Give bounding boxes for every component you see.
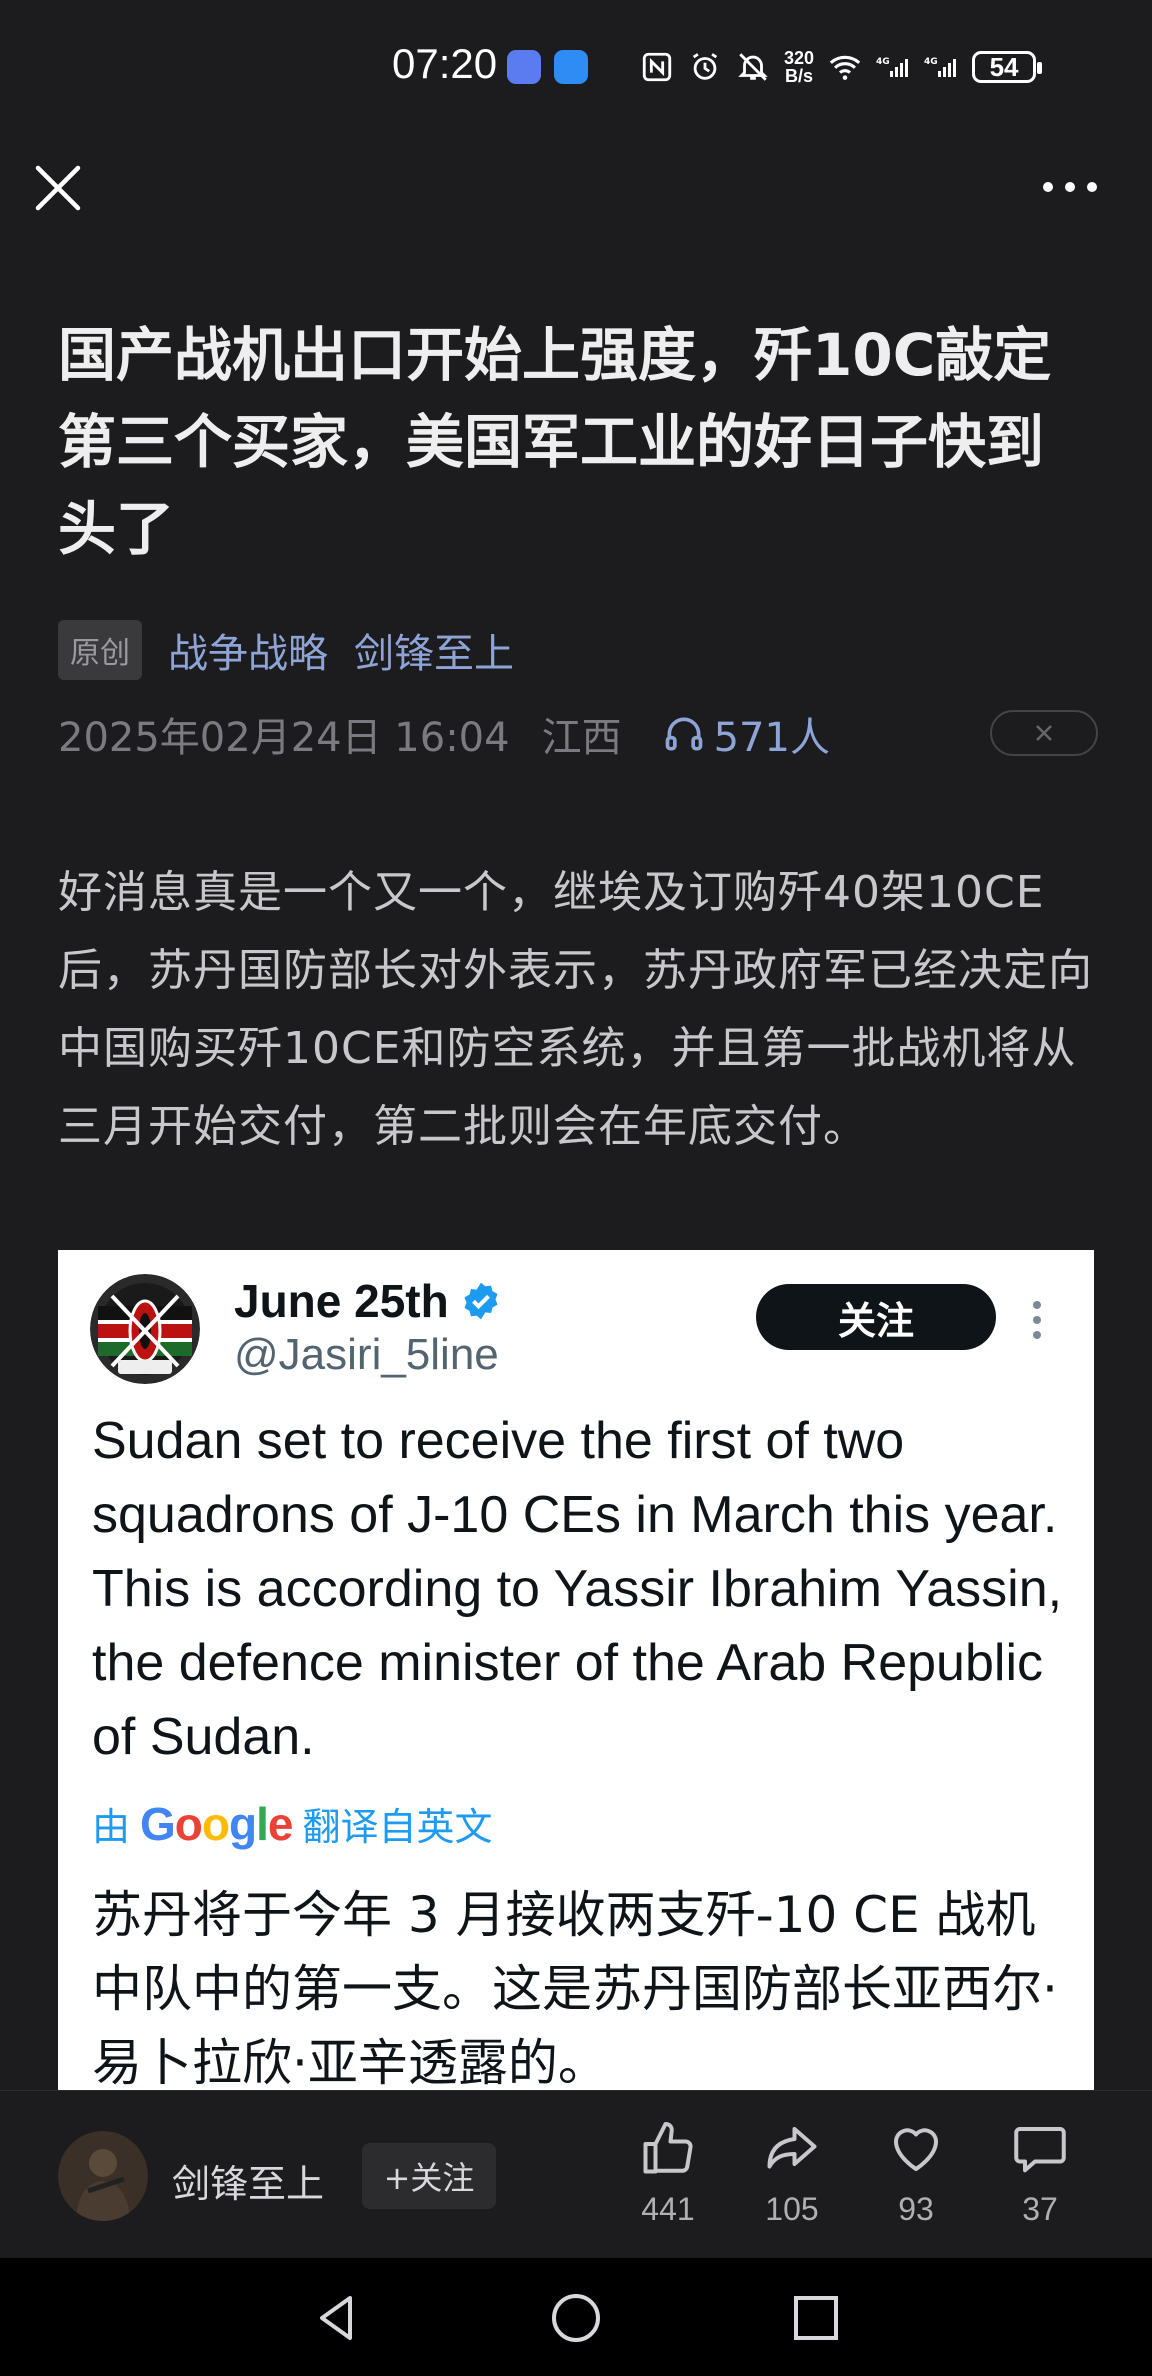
back-icon[interactable]	[306, 2288, 366, 2348]
close-small-icon	[1036, 725, 1052, 741]
share-button[interactable]: 105	[742, 2119, 842, 2228]
battery-indicator: 54	[972, 51, 1043, 83]
mute-bell-icon	[738, 53, 768, 81]
tweet-avatar	[90, 1274, 200, 1384]
status-icons: 320 B/s 4G 4G 54	[640, 44, 1043, 90]
verified-badge-icon	[464, 1282, 498, 1320]
heart-icon	[894, 2128, 938, 2171]
system-navigation-bar	[0, 2258, 1152, 2376]
location: 江西	[541, 715, 622, 761]
network-speed-unit: B/s	[785, 66, 814, 86]
home-icon[interactable]	[546, 2288, 606, 2348]
recent-apps-icon[interactable]	[786, 2288, 846, 2348]
comment-count: 37	[1022, 2191, 1058, 2227]
original-badge: 原创	[58, 620, 142, 680]
article-body: 好消息真是一个又一个，继埃及订购歼40架10CE后，苏丹国防部长对外表示，苏丹政…	[58, 867, 1093, 1152]
article-title: 国产战机出口开始上强度，歼10C敲定第三个买家，美国军工业的好日子快到头了	[58, 321, 1052, 563]
like-count: 441	[641, 2191, 695, 2227]
comment-button[interactable]: 37	[990, 2119, 1090, 2228]
share-icon	[767, 2127, 817, 2169]
app-notification-icon	[507, 50, 541, 84]
network-speed: 320 B/s	[784, 49, 814, 85]
tweet-author[interactable]: June 25th	[234, 1274, 501, 1328]
more-options-icon[interactable]	[1040, 172, 1100, 202]
listen-button[interactable]: 571人	[662, 705, 830, 763]
app-notification-icon	[554, 50, 588, 84]
follow-author-button[interactable]: +关注	[362, 2143, 496, 2209]
category-link[interactable]: 战争战略	[168, 621, 328, 679]
article-info: 2025年02月24日 16:04 江西 571人	[58, 704, 1098, 764]
author-avatar[interactable]	[58, 2131, 148, 2221]
comment-icon	[1014, 2127, 1066, 2173]
close-icon[interactable]	[30, 160, 86, 216]
thumbs-up-icon	[643, 2122, 693, 2174]
status-bar: 07:20 320 B/s 4G 4G 54	[0, 0, 1152, 135]
tweet-screenshot[interactable]: June 25th @Jasiri_5line 关注 Sudan set to …	[58, 1250, 1094, 2090]
translation-attribution[interactable]: 由 Google 翻译自英文	[92, 1796, 493, 1851]
tweet-handle: @Jasiri_5line	[234, 1330, 499, 1379]
author-tag-link[interactable]: 剑锋至上	[354, 621, 514, 679]
tweet-more-icon[interactable]	[1030, 1298, 1044, 1342]
favorite-button[interactable]: 93	[866, 2119, 966, 2228]
wifi-icon	[829, 55, 861, 80]
headphones-icon	[665, 717, 702, 751]
signal-label: 4G	[924, 57, 938, 67]
tweet-author-name: June 25th	[234, 1275, 449, 1327]
favorite-count: 93	[898, 2191, 934, 2227]
dismiss-button[interactable]	[990, 710, 1098, 756]
translated-suffix: 翻译自英文	[302, 1805, 493, 1849]
listener-count: 571人	[713, 715, 830, 761]
like-button[interactable]: 441	[618, 2119, 718, 2228]
status-time: 07:20	[392, 40, 498, 87]
network-speed-value: 320	[784, 48, 815, 68]
share-count: 105	[765, 2191, 819, 2227]
signal-4g-icon: 4G	[924, 57, 957, 77]
tweet-translation: 苏丹将于今年 3 月接收两支歼-10 CE 战机中队中的第一支。这是苏丹国防部长…	[92, 1886, 1058, 2090]
publish-date: 2025年02月24日 16:04	[58, 715, 510, 761]
bottom-action-bar: 剑锋至上 +关注 441 105 93 37	[0, 2090, 1152, 2259]
tweet-text: Sudan set to receive the first of two sq…	[92, 1412, 1063, 1766]
nfc-icon	[642, 52, 672, 82]
tweet-follow-button[interactable]: 关注	[756, 1284, 996, 1350]
google-logo: Google	[140, 1797, 293, 1850]
article-tags: 原创 战争战略 剑锋至上	[58, 620, 514, 680]
alarm-icon	[692, 53, 718, 80]
author-name[interactable]: 剑锋至上	[172, 2153, 324, 2208]
translated-prefix: 由	[92, 1805, 131, 1849]
signal-label: 4G	[876, 57, 890, 67]
signal-4g-icon: 4G	[876, 57, 909, 77]
